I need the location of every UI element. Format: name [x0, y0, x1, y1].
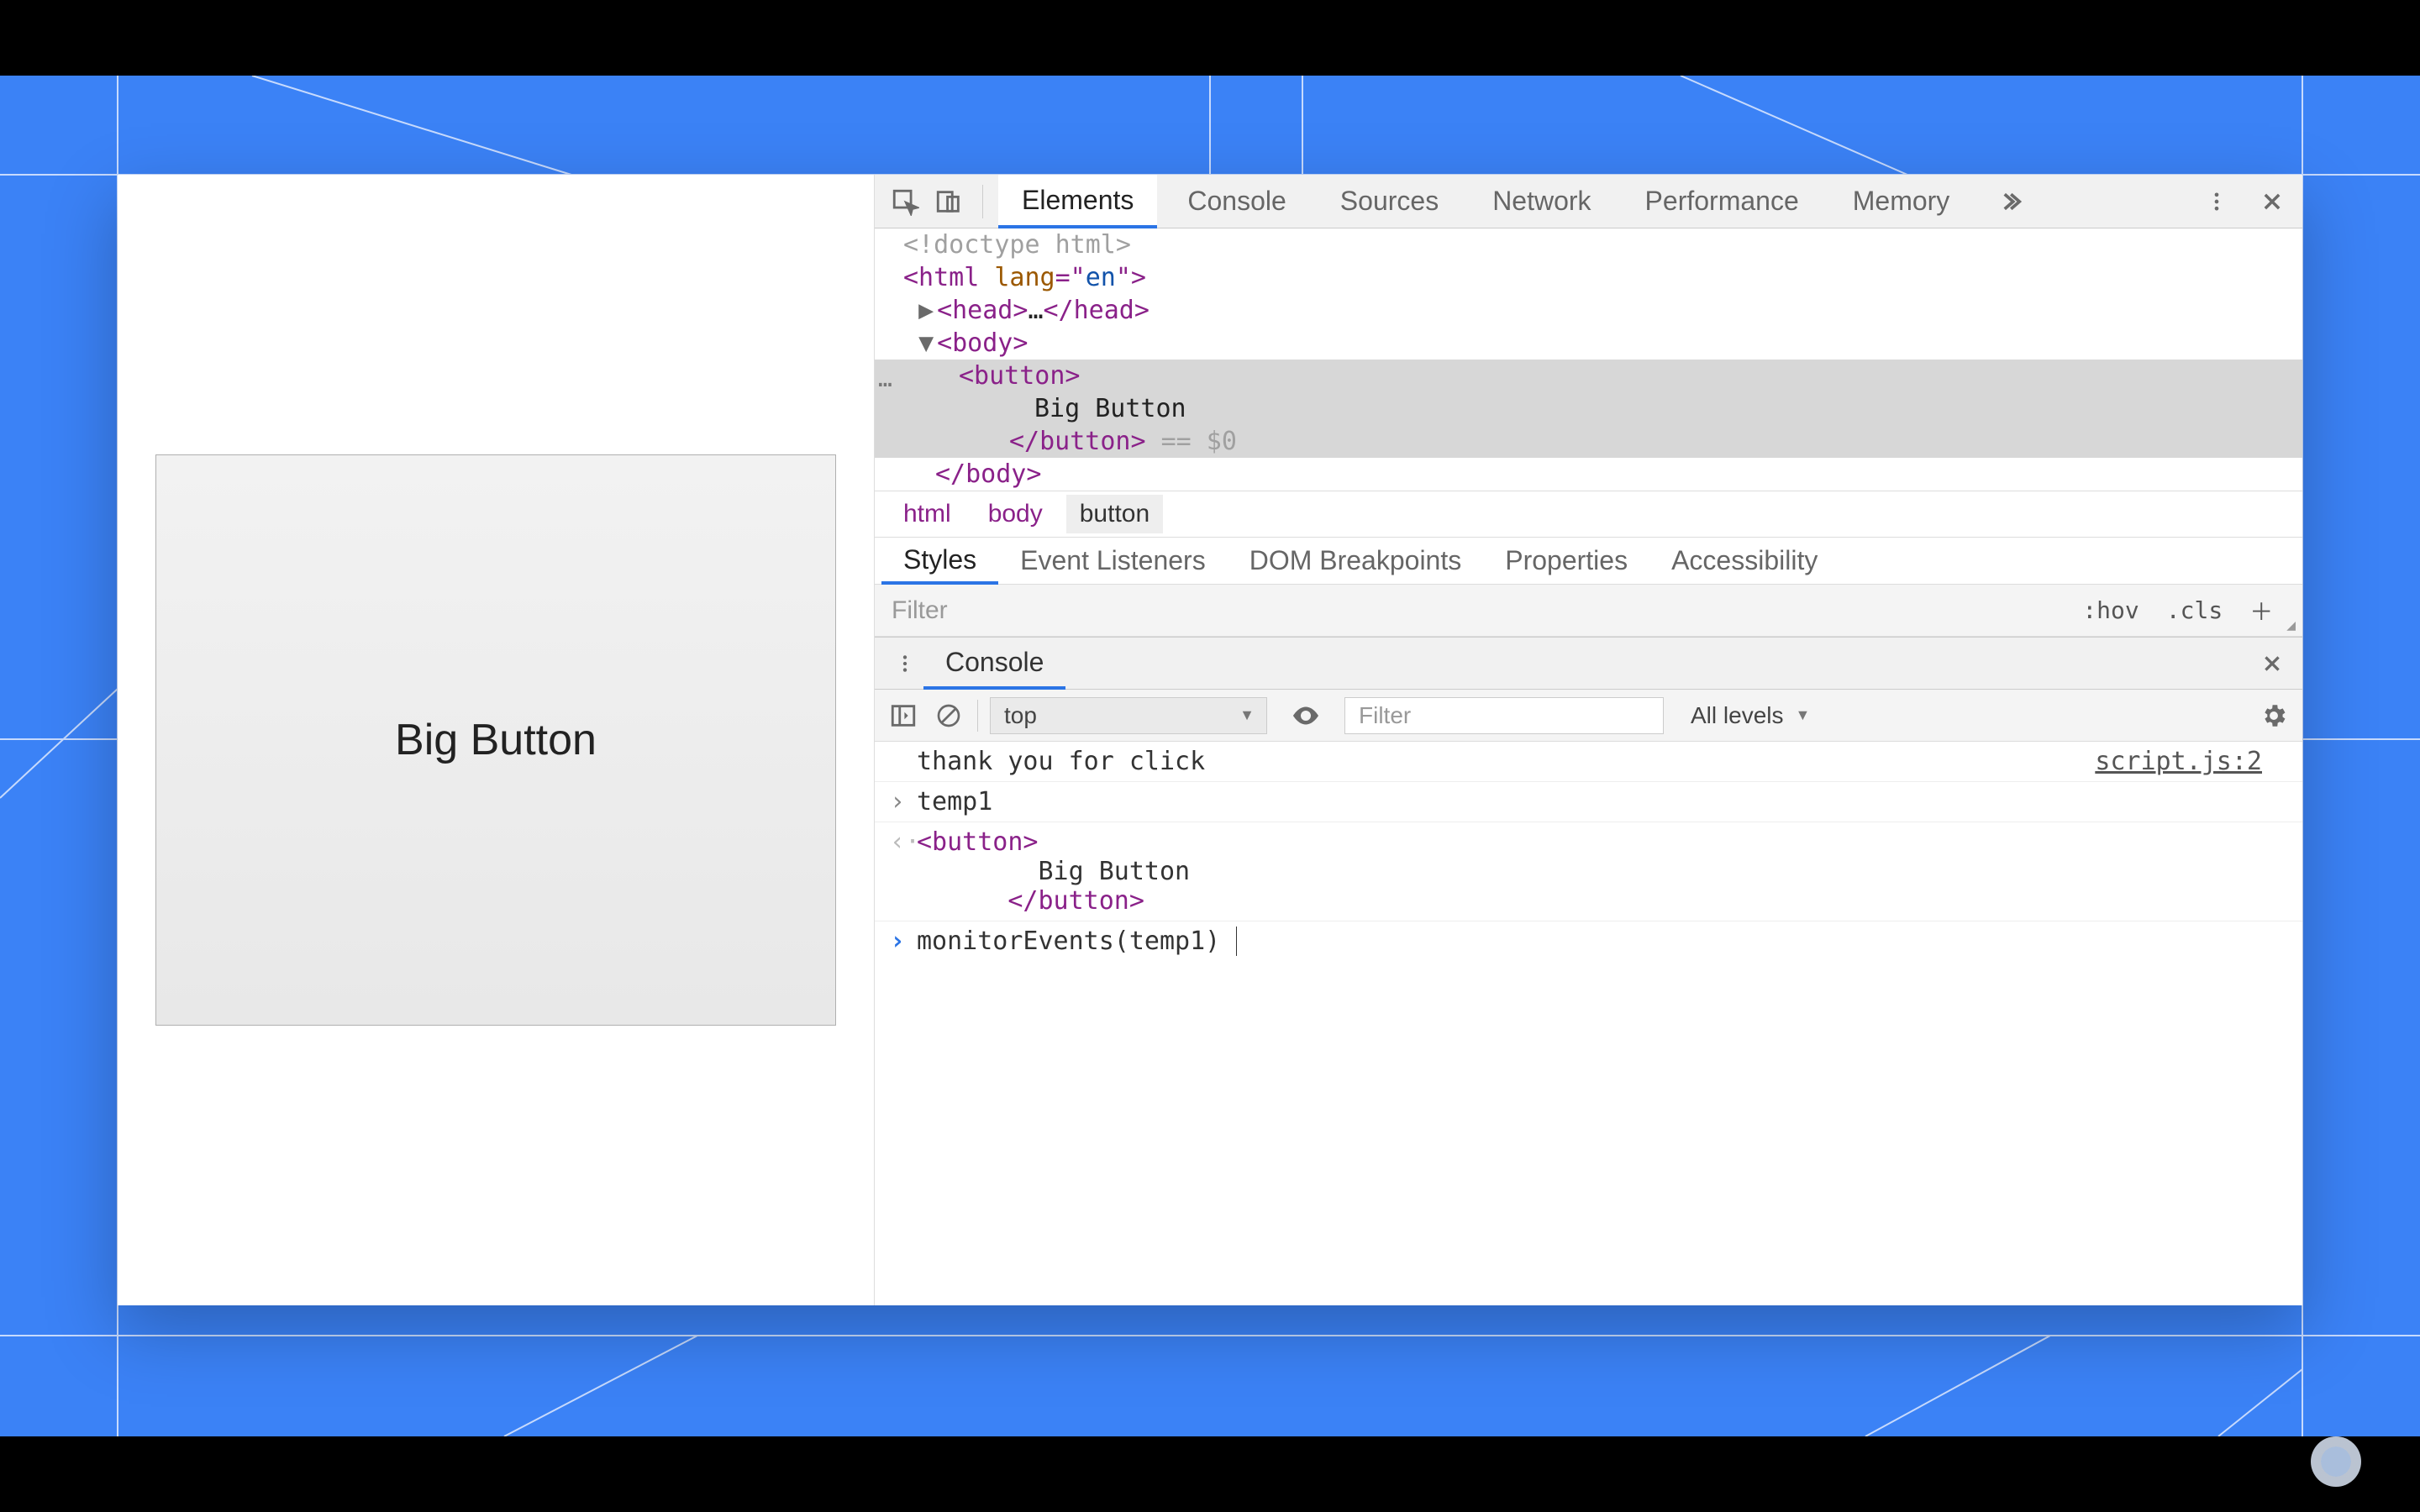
tab-network[interactable]: Network: [1469, 175, 1614, 228]
breadcrumb-html[interactable]: html: [890, 495, 965, 533]
console-levels-select[interactable]: All levels: [1691, 702, 1810, 729]
dom-selected-node[interactable]: … <button> Big Button </button> == $0: [875, 360, 2302, 458]
console-log-message: thank you for click: [917, 747, 2095, 776]
subtab-event-listeners[interactable]: Event Listeners: [998, 538, 1228, 585]
console-past-input: temp1: [917, 787, 2287, 816]
dom-body-close-partial: </body>: [875, 458, 2302, 491]
elements-breadcrumb: html body button: [875, 491, 2302, 538]
console-levels-label: All levels: [1691, 702, 1783, 729]
dom-head-collapsed[interactable]: ▶<head>…</head>: [875, 294, 2302, 327]
letterbox-top: [0, 0, 2420, 76]
devtools-close-icon[interactable]: [2254, 183, 2291, 220]
console-result-element[interactable]: <button> Big Button </button>: [917, 827, 2287, 916]
console-context-select[interactable]: top: [990, 697, 1267, 734]
console-prompt-row[interactable]: › monitorEvents(temp1): [875, 921, 2302, 961]
devtools-main-tabbar: Elements Console Sources Network Perform…: [875, 175, 2302, 228]
console-drawer-header: Console: [875, 638, 2302, 690]
console-kebab-icon[interactable]: [886, 645, 923, 682]
live-expression-icon[interactable]: [1289, 699, 1323, 732]
breadcrumb-body[interactable]: body: [975, 495, 1056, 533]
subtab-accessibility[interactable]: Accessibility: [1649, 538, 1839, 585]
elements-subtabs: Styles Event Listeners DOM Breakpoints P…: [875, 538, 2302, 585]
divider: [982, 185, 983, 218]
devtools-panel: Elements Console Sources Network Perform…: [874, 175, 2302, 1305]
letterbox-bottom: [0, 1436, 2420, 1512]
tab-console[interactable]: Console: [1164, 175, 1309, 228]
styles-filter-input[interactable]: [875, 596, 2069, 625]
divider: [977, 700, 978, 732]
rendered-page-pane: Big Button: [118, 175, 874, 1305]
device-toolbar-icon[interactable]: [930, 183, 967, 220]
subtab-styles[interactable]: Styles: [881, 538, 998, 585]
tab-elements[interactable]: Elements: [998, 175, 1157, 228]
breadcrumb-button[interactable]: button: [1066, 495, 1163, 533]
big-button[interactable]: Big Button: [155, 454, 836, 1026]
console-output[interactable]: thank you for click script.js:2 › temp1 …: [875, 742, 2302, 1305]
console-clear-icon[interactable]: [932, 699, 965, 732]
browser-devtools-window: Big Button Elements Console Sources Netw…: [118, 175, 2302, 1305]
subtab-dom-breakpoints[interactable]: DOM Breakpoints: [1228, 538, 1484, 585]
dom-text-node: Big Button: [1034, 394, 1186, 423]
console-drawer: Console top: [875, 637, 2302, 1305]
tab-performance[interactable]: Performance: [1622, 175, 1823, 228]
console-settings-icon[interactable]: [2257, 699, 2291, 732]
ellipsis-icon[interactable]: …: [878, 365, 892, 392]
tab-sources[interactable]: Sources: [1317, 175, 1462, 228]
console-drawer-tab[interactable]: Console: [923, 638, 1065, 690]
more-tabs-icon[interactable]: [1991, 183, 2028, 220]
styles-cls-button[interactable]: .cls: [2153, 596, 2236, 624]
console-input-row: › temp1: [875, 782, 2302, 822]
resize-grip-icon[interactable]: ◢: [2286, 618, 2302, 636]
dom-html-open[interactable]: <html lang="en">: [875, 261, 2302, 294]
dom-body-open[interactable]: ▼<body>: [875, 327, 2302, 360]
chrome-logo-icon: [2311, 1436, 2361, 1487]
console-log-row: thank you for click script.js:2: [875, 742, 2302, 782]
console-sidebar-toggle-icon[interactable]: [886, 699, 920, 732]
console-result-row: ‹· <button> Big Button </button>: [875, 822, 2302, 921]
console-filter-input[interactable]: [1344, 697, 1664, 734]
console-context-value: top: [1004, 702, 1037, 729]
styles-filter-row: :hov .cls ＋ ◢: [875, 585, 2302, 637]
console-drawer-close-icon[interactable]: [2254, 645, 2291, 682]
dom-selected-marker: == $0: [1146, 427, 1237, 456]
console-log-source-link[interactable]: script.js:2: [2095, 747, 2287, 776]
styles-hov-button[interactable]: :hov: [2069, 596, 2152, 624]
elements-dom-tree[interactable]: <!doctype html> <html lang="en"> ▶<head>…: [875, 228, 2302, 491]
dom-doctype: <!doctype html>: [903, 230, 1131, 260]
console-toolbar: top All levels: [875, 690, 2302, 742]
devtools-kebab-icon[interactable]: [2198, 183, 2235, 220]
subtab-properties[interactable]: Properties: [1483, 538, 1649, 585]
inspect-element-icon[interactable]: [886, 183, 923, 220]
console-current-input[interactable]: monitorEvents(temp1): [917, 927, 2287, 956]
tab-memory[interactable]: Memory: [1829, 175, 1974, 228]
styles-add-rule-icon[interactable]: ＋: [2236, 594, 2286, 627]
